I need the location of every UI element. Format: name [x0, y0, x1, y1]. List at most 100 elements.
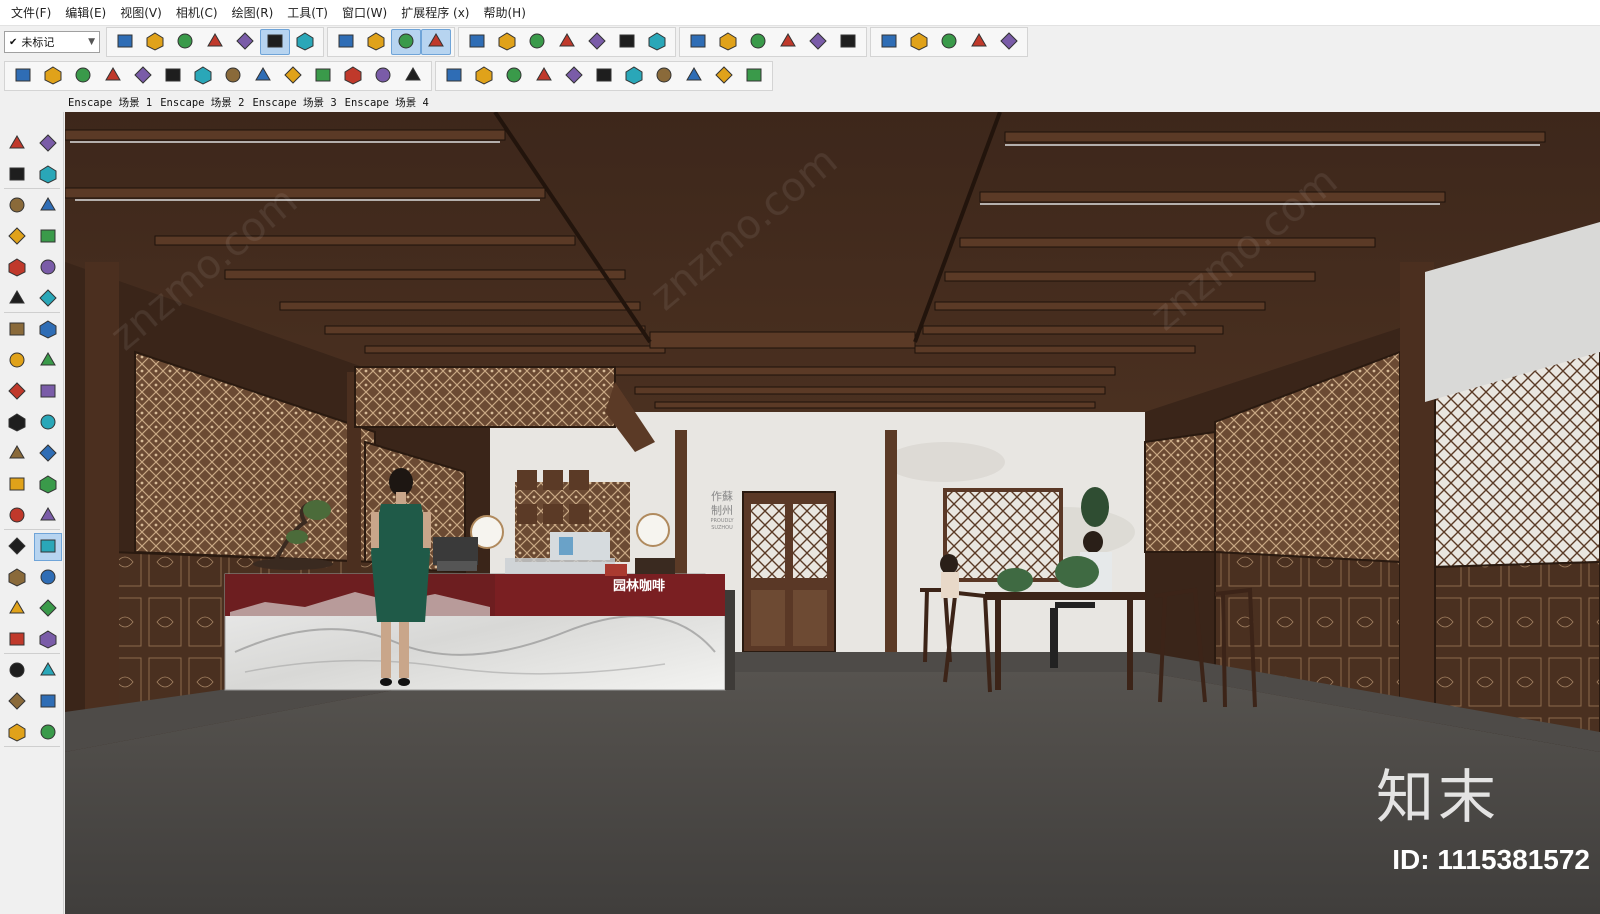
list-a-button[interactable]: [559, 63, 589, 89]
menu-file[interactable]: 文件(F): [4, 0, 58, 26]
tape-tool[interactable]: [3, 440, 31, 468]
eraser-tool[interactable]: [34, 161, 62, 189]
ruby-tool[interactable]: [3, 719, 31, 747]
move-button[interactable]: [934, 29, 964, 55]
position-camera-tool[interactable]: [3, 626, 31, 654]
list-c-button[interactable]: [619, 63, 649, 89]
menu-tools[interactable]: 工具(T): [280, 0, 335, 26]
protractor-tool[interactable]: [34, 440, 62, 468]
component-outline-tool[interactable]: [34, 130, 62, 158]
polygon-tool[interactable]: [34, 254, 62, 282]
film-button[interactable]: [158, 63, 188, 89]
section-button[interactable]: [361, 29, 391, 55]
freehand-tool[interactable]: [34, 192, 62, 220]
rotated-rect-tool[interactable]: [34, 223, 62, 251]
cube-button[interactable]: [170, 29, 200, 55]
rotate-tool[interactable]: [3, 378, 31, 406]
arc3-tool[interactable]: [34, 316, 62, 344]
tree-button[interactable]: [218, 63, 248, 89]
menu-draw[interactable]: 绘图(R): [225, 0, 281, 26]
layers-button[interactable]: [260, 29, 290, 55]
menu-help[interactable]: 帮助(H): [476, 0, 532, 26]
paint-button[interactable]: [904, 29, 934, 55]
speaker-button[interactable]: [278, 63, 308, 89]
scene-tab[interactable]: Enscape 场景 1: [64, 95, 156, 110]
followme-tool[interactable]: [34, 378, 62, 406]
walk-button[interactable]: [522, 29, 552, 55]
shield-button[interactable]: [8, 63, 38, 89]
list-b-button[interactable]: [589, 63, 619, 89]
scene-tab[interactable]: Enscape 场景 3: [248, 95, 340, 110]
sliders2-button[interactable]: [338, 63, 368, 89]
sliders-button[interactable]: [308, 63, 338, 89]
offset-tool[interactable]: [34, 409, 62, 437]
person-button[interactable]: [994, 29, 1024, 55]
camera-button[interactable]: [462, 29, 492, 55]
house-front-button[interactable]: [833, 29, 863, 55]
house-box-button[interactable]: [773, 29, 803, 55]
doc-c-button[interactable]: [499, 63, 529, 89]
window-a-button[interactable]: [679, 63, 709, 89]
info-button[interactable]: [398, 63, 428, 89]
chat-button[interactable]: [368, 63, 398, 89]
refresh-button[interactable]: [38, 63, 68, 89]
select-tool[interactable]: [3, 130, 31, 158]
3d-text-tool[interactable]: [3, 502, 31, 530]
paint-bucket-tool[interactable]: [3, 161, 31, 189]
zoom-extents-tool[interactable]: [3, 595, 31, 623]
house-3d-button[interactable]: [683, 29, 713, 55]
model-viewport[interactable]: znzmo.com znzmo.com znzmo.com 园林咖啡 作蘇 制州…: [65, 112, 1600, 914]
tag-select[interactable]: ✔ 未标记 ▼: [4, 31, 100, 53]
menu-view[interactable]: 视图(V): [113, 0, 169, 26]
gem-tool[interactable]: [34, 719, 62, 747]
arc-tool[interactable]: [3, 285, 31, 313]
walk-tool[interactable]: [3, 657, 31, 685]
image-button[interactable]: [128, 63, 158, 89]
text-tool[interactable]: [34, 471, 62, 499]
iso-view-button[interactable]: [391, 29, 421, 55]
globe-button[interactable]: [739, 63, 769, 89]
doc-a-button[interactable]: [439, 63, 469, 89]
arc2-tool[interactable]: [34, 285, 62, 313]
car-button[interactable]: [68, 63, 98, 89]
no-entry-button[interactable]: [642, 29, 672, 55]
rectangle-tool[interactable]: [3, 223, 31, 251]
orbit-button[interactable]: [331, 29, 361, 55]
section-plane-tool[interactable]: [34, 657, 62, 685]
dimension-button[interactable]: [964, 29, 994, 55]
target-button[interactable]: [248, 63, 278, 89]
look-button[interactable]: [552, 29, 582, 55]
warehouse-tool[interactable]: [3, 688, 31, 716]
pan-tool[interactable]: [34, 533, 62, 561]
select-arrow-button[interactable]: [874, 29, 904, 55]
zoom-window-tool[interactable]: [34, 564, 62, 592]
dimension-tool[interactable]: [34, 502, 62, 530]
menu-camera[interactable]: 相机(C): [169, 0, 225, 26]
paint-bucket-button[interactable]: [110, 29, 140, 55]
iso-view2-button[interactable]: [421, 29, 451, 55]
component-button[interactable]: [140, 29, 170, 55]
book-button[interactable]: [713, 29, 743, 55]
list-d-button[interactable]: [649, 63, 679, 89]
extension-tool[interactable]: [34, 688, 62, 716]
previous-tool[interactable]: [34, 595, 62, 623]
scale-tool[interactable]: [3, 409, 31, 437]
pencil-tool[interactable]: [3, 192, 31, 220]
pushpull-tool[interactable]: [34, 347, 62, 375]
menu-edit[interactable]: 编辑(E): [58, 0, 113, 26]
projector-button[interactable]: [98, 63, 128, 89]
move-tool[interactable]: [3, 347, 31, 375]
house-button[interactable]: [743, 29, 773, 55]
axes-tool[interactable]: [3, 471, 31, 499]
plane-button[interactable]: [582, 29, 612, 55]
window-b-button[interactable]: [709, 63, 739, 89]
zoom-tool[interactable]: [3, 564, 31, 592]
pie-tool[interactable]: [3, 316, 31, 344]
camera-orb-button[interactable]: [492, 29, 522, 55]
circle-tool[interactable]: [3, 254, 31, 282]
plane-fold-button[interactable]: [612, 29, 642, 55]
house-outline-button[interactable]: [803, 29, 833, 55]
box-button[interactable]: [200, 29, 230, 55]
scene-tab[interactable]: Enscape 场景 2: [156, 95, 248, 110]
settings-shield-button[interactable]: [188, 63, 218, 89]
